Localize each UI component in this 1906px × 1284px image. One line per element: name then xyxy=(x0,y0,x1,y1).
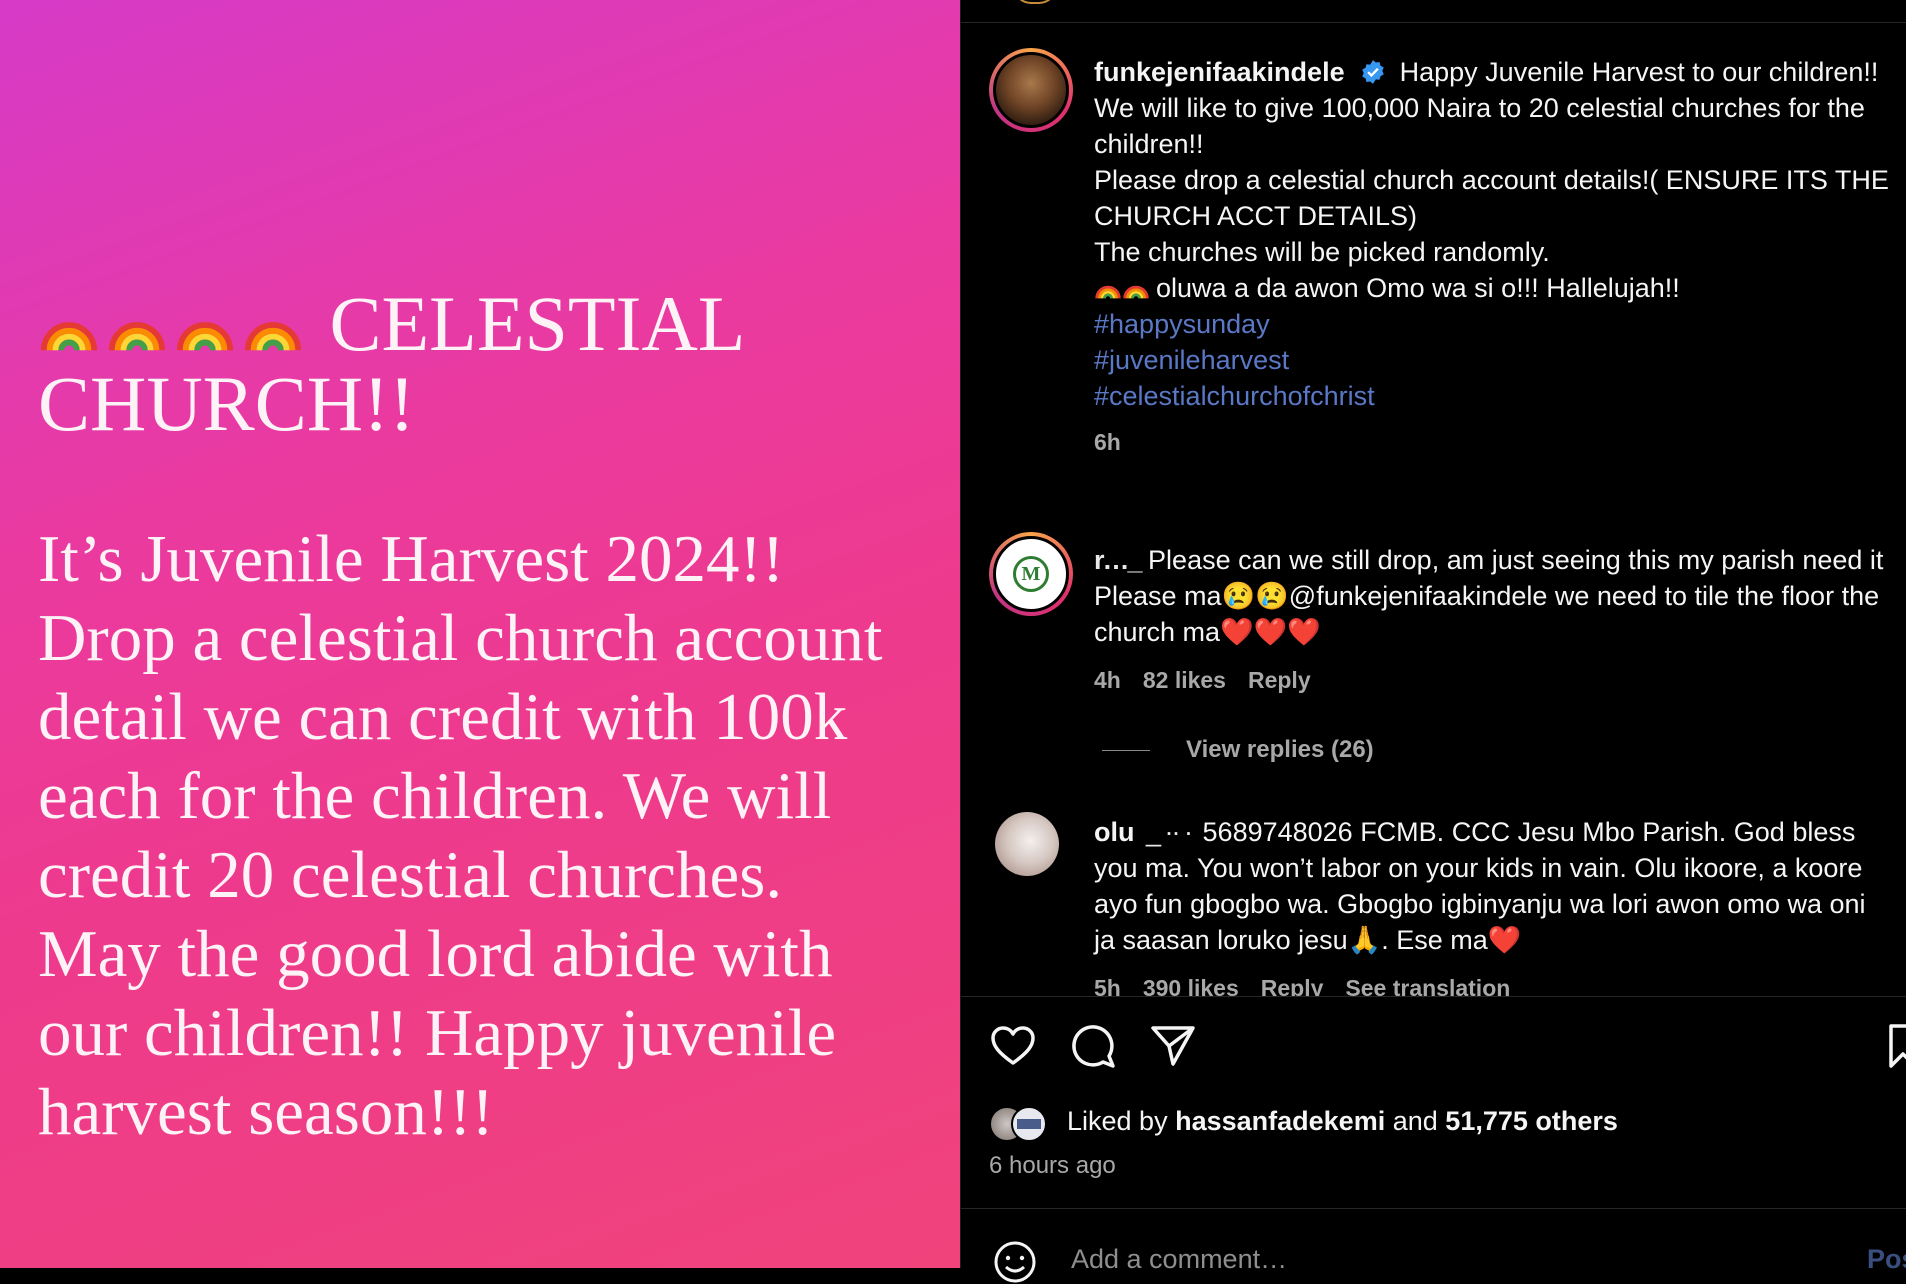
view-replies-label: View replies (26) xyxy=(1186,736,1374,763)
reply-button[interactable]: Reply xyxy=(1248,667,1311,693)
rainbow-icon xyxy=(1123,285,1149,299)
comment-likes[interactable]: 390 likes xyxy=(1143,975,1239,996)
heart-icon[interactable] xyxy=(989,1022,1037,1070)
comments-panel: funkejenifaakindele Happy Juvenile Harve… xyxy=(960,0,1906,1283)
hashtag-link[interactable]: #celestialchurchofchrist xyxy=(1094,378,1894,414)
post-time: 6h xyxy=(1094,424,1894,460)
hashtag-link[interactable]: #happysunday xyxy=(1094,306,1894,342)
post-image: CELESTIAL CHURCH!! It’s Juvenile Harvest… xyxy=(0,0,960,1268)
caption-line: oluwa a da awon Omo wa si o!!! Halleluja… xyxy=(1156,273,1680,303)
rainbow-icon xyxy=(108,322,166,351)
divider xyxy=(961,1208,1906,1209)
post-timestamp[interactable]: 6h xyxy=(1094,429,1121,455)
rainbow-icon xyxy=(244,322,302,351)
caption-line: We will like to give 100,000 Naira to 20… xyxy=(1094,93,1865,159)
caption-line: The churches will be picked randomly. xyxy=(1094,237,1550,267)
post-date: 6 hours ago xyxy=(989,1152,1116,1179)
commenter-username[interactable]: olu xyxy=(1094,817,1135,847)
comment-icon[interactable] xyxy=(1069,1022,1117,1070)
story-heading: CELESTIAL CHURCH!! xyxy=(38,284,918,444)
rainbow-icon xyxy=(176,322,234,351)
rainbow-icon xyxy=(40,322,98,351)
divider xyxy=(961,996,1906,997)
comment: olu _ ·· · 5689748026 FCMB. CCC Jesu Mbo… xyxy=(1094,814,1894,996)
liked-by-text: Liked by hassanfadekemi and 51,775 other… xyxy=(1067,1106,1618,1137)
comment-time[interactable]: 4h xyxy=(1094,667,1121,693)
author-avatar[interactable] xyxy=(989,48,1073,132)
commenter-avatar[interactable]: M xyxy=(989,532,1073,616)
comment-text: 5689748026 FCMB. CCC Jesu Mbo Parish. Go… xyxy=(1094,817,1866,955)
story-body-text: It’s Juvenile Harvest 2024!! Drop a cele… xyxy=(38,522,883,1149)
bookmark-icon[interactable] xyxy=(1885,1022,1906,1070)
see-translation-button[interactable]: See translation xyxy=(1345,975,1510,996)
post-comment-button[interactable]: Post xyxy=(1867,1244,1906,1275)
hashtag-link[interactable]: #juvenileharvest xyxy=(1094,342,1894,378)
verified-icon xyxy=(1362,60,1384,84)
commenter-avatar[interactable] xyxy=(995,812,1059,876)
post-caption: funkejenifaakindele Happy Juvenile Harve… xyxy=(1094,54,1894,460)
liked-by-user[interactable]: hassanfadekemi xyxy=(1175,1106,1385,1136)
share-icon[interactable] xyxy=(1149,1022,1197,1070)
add-comment-input[interactable]: Add a comment… xyxy=(1071,1244,1287,1275)
caption-line: Happy Juvenile Harvest to our children!! xyxy=(1399,57,1879,87)
comment-likes[interactable]: 82 likes xyxy=(1143,667,1226,693)
likes-count[interactable]: 51,775 others xyxy=(1445,1106,1618,1136)
comment-time[interactable]: 5h xyxy=(1094,975,1121,996)
redacted-mark: _ ·· · xyxy=(1146,817,1193,847)
reply-button[interactable]: Reply xyxy=(1261,975,1324,996)
caption-line: Please drop a celestial church account d… xyxy=(1094,165,1889,231)
comment-text: Please can we still drop, am just seeing… xyxy=(1094,545,1884,647)
author-username[interactable]: funkejenifaakindele xyxy=(1094,57,1345,87)
rainbow-icon xyxy=(1095,285,1121,299)
divider xyxy=(1102,750,1150,752)
comments-scroll-area[interactable]: funkejenifaakindele Happy Juvenile Harve… xyxy=(961,0,1906,996)
liked-by-prefix: Liked by xyxy=(1067,1106,1168,1136)
commenter-username[interactable]: r…_ xyxy=(1094,545,1143,575)
liked-by-and: and xyxy=(1392,1106,1438,1136)
liked-by-avatars[interactable] xyxy=(989,1104,1053,1144)
comment-meta: 4h 82 likes Reply xyxy=(1094,662,1894,698)
emoji-icon[interactable] xyxy=(993,1240,1037,1284)
comment: r…_ Please can we still drop, am just se… xyxy=(1094,542,1894,698)
view-replies-button[interactable]: View replies (26) xyxy=(1102,736,1374,764)
comment-meta: 5h 390 likes Reply See translation xyxy=(1094,970,1894,996)
